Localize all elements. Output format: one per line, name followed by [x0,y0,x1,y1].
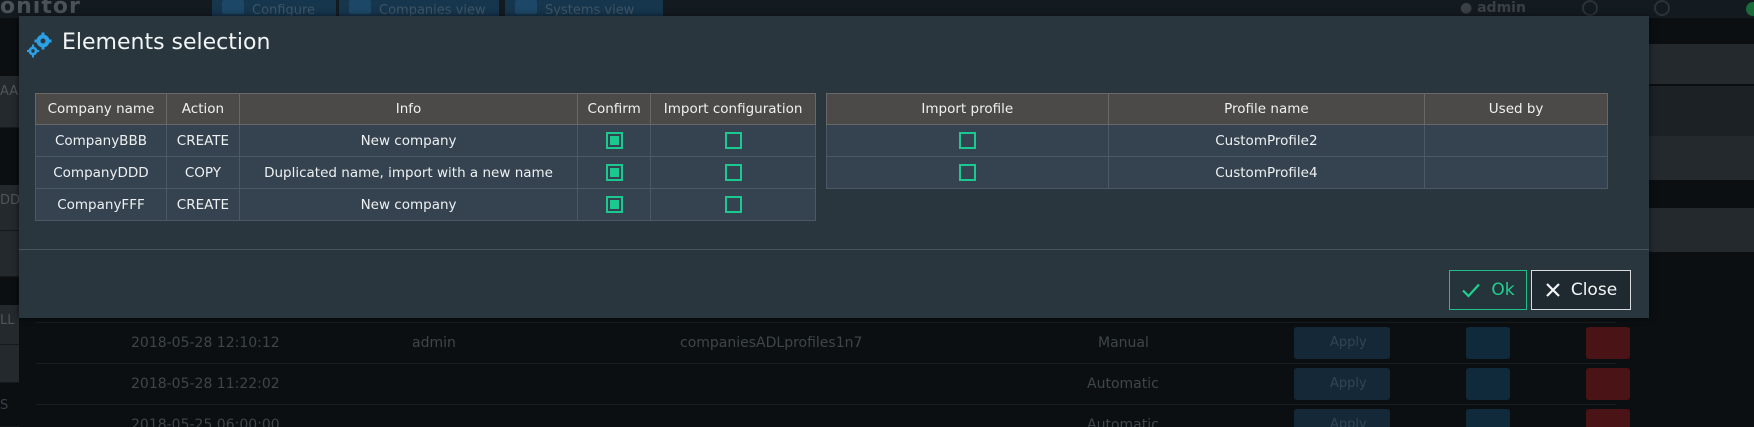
apply-button[interactable]: Apply [1294,409,1390,427]
download-icon[interactable] [1466,327,1510,359]
info-cell: New company [238,188,579,221]
sidebar-fragment: S [0,390,19,427]
background-panel [1648,208,1754,252]
background-panel [1648,44,1754,84]
delete-icon[interactable] [1586,368,1630,400]
delete-icon[interactable] [1586,409,1630,427]
elements-selection-dialog: Elements selection Company name Action I… [19,16,1649,318]
download-icon[interactable] [1466,409,1510,427]
user-menu[interactable]: ● admin [1460,0,1526,16]
delete-icon[interactable] [1586,327,1630,359]
globe-icon[interactable] [1582,0,1598,16]
profile-name-cell: CustomProfile4 [1107,156,1426,189]
apply-button[interactable]: Apply [1294,368,1390,400]
configure-icon [222,0,244,14]
dialog-footer-divider [19,249,1649,250]
profile-name-cell: CustomProfile2 [1107,124,1426,157]
profiles-table: Import profile Profile name Used by Cust… [826,93,1608,189]
checkmark-icon [1462,283,1481,298]
column-header-action[interactable]: Action [165,93,240,125]
status-indicator [1746,2,1754,16]
sidebar-fragment [0,231,19,277]
ok-button-label: Ok [1491,280,1515,300]
gear-icon[interactable] [1654,0,1670,16]
table-row: CompanyBBB CREATE New company [35,124,816,157]
import-configuration-checkbox[interactable] [724,132,742,149]
table-row: 2018-05-25 06:00:00 Automatic Apply [36,404,1630,427]
companies-table: Company name Action Info Confirm Import … [35,93,816,221]
table-row: CustomProfile4 [826,156,1608,189]
import-profile-checkbox[interactable] [958,164,976,181]
close-button-label: Close [1570,280,1618,300]
company-name-cell: CompanyDDD [35,156,167,189]
table-row: CompanyDDD COPY Duplicated name, import … [35,156,816,189]
import-configuration-checkbox[interactable] [724,164,742,181]
info-cell: Duplicated name, import with a new name [238,156,579,189]
table-row: 2018-05-28 12:10:12 admin companiesADLpr… [36,322,1630,362]
column-header-info[interactable]: Info [238,93,579,125]
company-name-cell: CompanyFFF [35,188,167,221]
sidebar-fragment: DD [0,185,19,231]
apply-button[interactable]: Apply [1294,327,1390,359]
table-row: 2018-05-28 11:22:02 Automatic Apply [36,363,1630,403]
company-name-cell: CompanyBBB [35,124,167,157]
confirm-checkbox[interactable] [605,196,623,213]
confirm-checkbox[interactable] [605,164,623,181]
column-header-import-configuration[interactable]: Import configuration [650,93,816,125]
import-configuration-checkbox[interactable] [724,196,742,213]
table-header-row: Import profile Profile name Used by [826,93,1608,125]
companies-icon [349,0,371,14]
background-panel [1648,86,1754,136]
import-profile-checkbox[interactable] [958,132,976,149]
action-cell: CREATE [165,124,240,157]
table-row: CustomProfile2 [826,124,1608,157]
dialog-title: Elements selection [62,30,271,55]
background-panel [1648,136,1754,180]
sidebar-fragment: LL [0,305,19,345]
column-header-confirm[interactable]: Confirm [577,93,652,125]
confirm-checkbox[interactable] [605,132,623,149]
column-header-used-by[interactable]: Used by [1424,93,1608,125]
used-by-cell [1424,124,1608,157]
column-header-profile-name[interactable]: Profile name [1107,93,1426,125]
action-cell: CREATE [165,188,240,221]
sidebar-fragment [0,345,19,383]
close-icon [1546,283,1560,297]
sidebar-fragment: AA [0,76,19,128]
dialog-header: Elements selection [19,16,1649,72]
download-icon[interactable] [1466,368,1510,400]
ok-button[interactable]: Ok [1449,270,1527,310]
table-row: CompanyFFF CREATE New company [35,188,816,221]
systems-icon [515,0,537,14]
close-button[interactable]: Close [1531,270,1631,310]
user-icon: ● [1460,0,1473,16]
column-header-import-profile[interactable]: Import profile [826,93,1109,125]
action-cell: COPY [165,156,240,189]
table-header-row: Company name Action Info Confirm Import … [35,93,816,125]
used-by-cell [1424,156,1608,189]
info-cell: New company [238,124,579,157]
column-header-company-name[interactable]: Company name [35,93,167,125]
gears-icon [27,32,52,58]
